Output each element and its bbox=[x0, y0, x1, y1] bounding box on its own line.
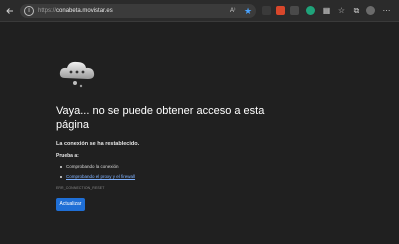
error-code: ERR_CONNECTION_RESET bbox=[56, 186, 105, 190]
try-label: Prueba a: bbox=[56, 153, 79, 159]
extension-icon[interactable]: ▦ bbox=[322, 6, 331, 15]
address-bar[interactable]: i https://conabeta.movistar.es A⁾ ★ bbox=[20, 4, 256, 18]
extension-green-icon[interactable] bbox=[306, 6, 315, 15]
favorite-star-icon[interactable]: ★ bbox=[244, 4, 252, 18]
suggestion-check-proxy-link[interactable]: Comprobando el proxy y el firewall bbox=[60, 173, 135, 180]
suggestion-list: Comprobando la conexión Comprobando el p… bbox=[60, 163, 135, 183]
info-icon[interactable]: i bbox=[24, 6, 34, 16]
error-subtitle: La conexión se ha restablecido. bbox=[56, 141, 140, 147]
page-title: Vaya... no se puede obtener acceso a est… bbox=[56, 105, 265, 131]
profile-avatar[interactable] bbox=[366, 6, 375, 15]
url-text[interactable]: https://conabeta.movistar.es bbox=[38, 5, 113, 17]
extension-icon[interactable] bbox=[290, 6, 299, 15]
collections-icon[interactable]: ⧉ bbox=[352, 6, 361, 15]
back-arrow-icon[interactable] bbox=[4, 5, 16, 17]
extension-red-icon[interactable] bbox=[276, 6, 285, 15]
read-aloud-icon[interactable]: A⁾ bbox=[230, 5, 235, 17]
more-menu-icon[interactable]: ⋯ bbox=[382, 6, 391, 15]
suggestion-check-connection: Comprobando la conexión bbox=[60, 163, 135, 170]
extension-icon[interactable] bbox=[262, 6, 271, 15]
sad-cloud-icon bbox=[59, 61, 95, 88]
favorites-icon[interactable]: ☆ bbox=[337, 6, 346, 15]
browser-toolbar: i https://conabeta.movistar.es A⁾ ★ ▦ ☆ … bbox=[0, 0, 399, 22]
refresh-button[interactable]: Actualizar bbox=[56, 198, 85, 211]
